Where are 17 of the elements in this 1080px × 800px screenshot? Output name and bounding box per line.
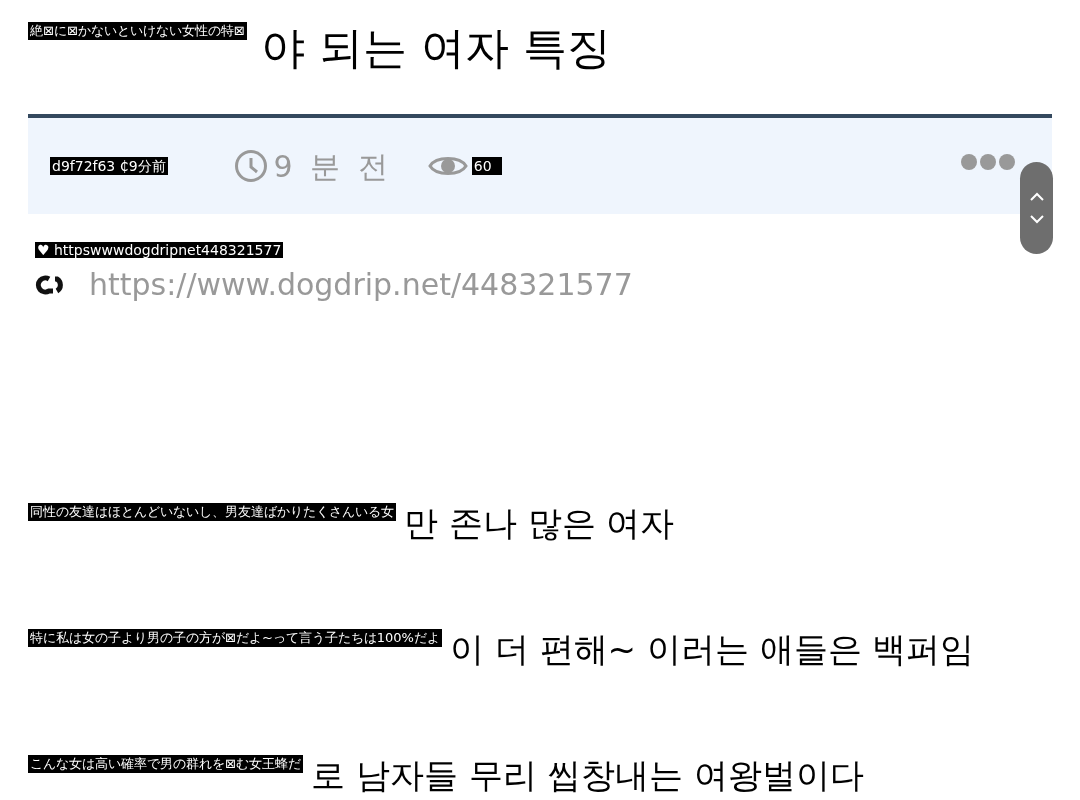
post-time: 9 분 전 xyxy=(273,147,392,186)
translation-label: 絶⊠に⊠かないといけない女性の特⊠ xyxy=(28,22,247,40)
body-text: 만 존나 많은 여자 xyxy=(404,503,675,543)
translation-label: こんな女は高い確率で男の群れを⊠む女王蜂だ xyxy=(28,755,303,773)
body-text: 이 더 편해~ 이러는 애들은 백퍼임 xyxy=(449,629,975,669)
chevron-up-icon[interactable] xyxy=(1029,192,1044,201)
clock-icon xyxy=(233,149,268,183)
post-title: 야 되는 여자 특징 xyxy=(260,22,611,74)
translation-label: 同性の友達はほとんどいないし、男友達ばかりたくさんいる女 xyxy=(28,503,396,521)
translation-label: 60 xyxy=(471,157,502,175)
body-text: 로 남자들 무리 씹창내는 여왕벌이다 xyxy=(310,755,865,795)
translation-label: 特に私は女の子より男の子の方が⊠だよ~って言う子たちは100%だよ xyxy=(28,629,442,647)
chevron-down-icon[interactable] xyxy=(1029,215,1044,224)
translation-label: ♥ httpswwwdogdripnet448321577 xyxy=(35,242,284,258)
more-options-icon[interactable] xyxy=(960,153,1016,171)
translation-label: d9f72f63 ₵9分前 xyxy=(50,157,168,175)
post-link[interactable]: https://www.dogdrip.net/448321577 xyxy=(89,262,633,307)
